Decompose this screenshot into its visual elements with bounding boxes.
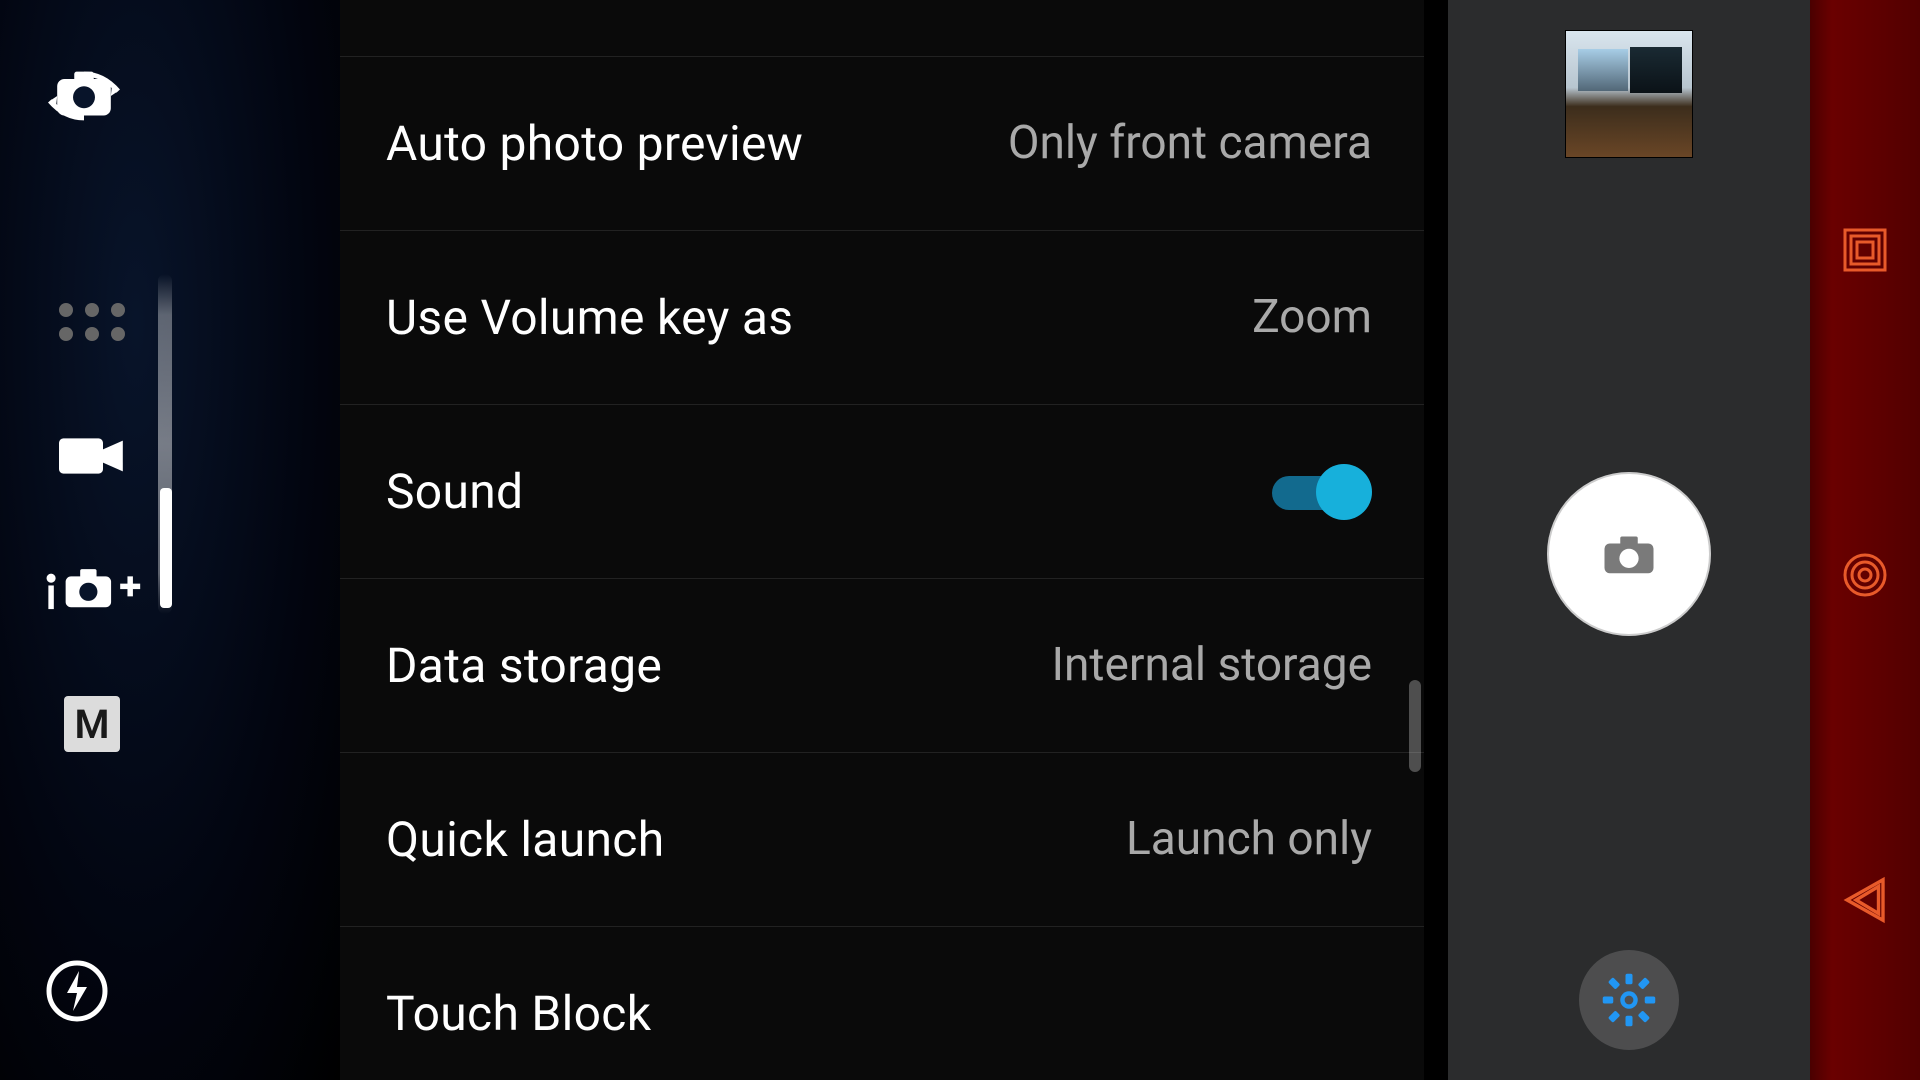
settings-row-quick-launch[interactable]: Quick launch Launch only [340,752,1424,926]
setting-value: Internal storage [1052,641,1372,691]
camera-icon [1601,530,1657,578]
setting-label: Sound [386,463,523,520]
gear-icon [1601,972,1657,1028]
open-settings-button[interactable] [1579,950,1679,1050]
camera-switch-button[interactable] [40,52,128,140]
red-spiral-icon[interactable] [1835,545,1895,605]
right-control-column [1448,0,1810,1080]
mode-intelligent-auto[interactable] [42,558,142,622]
apps-icon [59,303,125,341]
settings-panel: Auto photo preview Only front camera Use… [340,0,1424,1080]
manual-icon: M [64,696,120,752]
setting-label: Touch Block [386,985,651,1042]
settings-row-sound[interactable]: Sound [340,404,1424,578]
setting-value: Zoom [1252,293,1372,343]
scroll-thumb[interactable] [1409,680,1421,772]
video-icon [56,434,128,478]
camera-switch-icon [45,65,123,127]
camera-app-root: M Auto photo preview Only front camera U… [0,0,1920,1080]
red-back-triangle-icon[interactable] [1835,870,1895,930]
red-square-icon[interactable] [1835,220,1895,280]
settings-row-data-storage[interactable]: Data storage Internal storage [340,578,1424,752]
mode-slider-indicator [160,488,172,608]
settings-row-auto-preview[interactable]: Auto photo preview Only front camera [340,56,1424,230]
setting-label: Data storage [386,637,662,694]
flash-off-icon [45,959,109,1023]
mode-manual[interactable]: M [42,692,142,756]
setting-value: Launch only [1126,815,1372,865]
video-overlay-strip [1810,0,1920,1080]
left-sidebar: M [0,0,340,1080]
settings-row-peek [340,0,1424,56]
mode-video[interactable] [42,424,142,488]
flash-button[interactable] [40,954,114,1028]
mode-list: M [32,290,152,756]
setting-label: Use Volume key as [386,289,793,346]
settings-row-volume-key[interactable]: Use Volume key as Zoom [340,230,1424,404]
intelligent-auto-plus-icon [42,566,142,614]
sound-toggle[interactable] [1272,464,1372,520]
mode-apps[interactable] [42,290,142,354]
toggle-thumb [1316,464,1372,520]
setting-value: Only front camera [1008,119,1372,169]
setting-label: Quick launch [386,811,664,868]
setting-label: Auto photo preview [386,115,803,172]
last-photo-thumbnail[interactable] [1565,30,1693,158]
shutter-button[interactable] [1547,472,1711,636]
settings-row-touch-block[interactable]: Touch Block [340,926,1424,1080]
